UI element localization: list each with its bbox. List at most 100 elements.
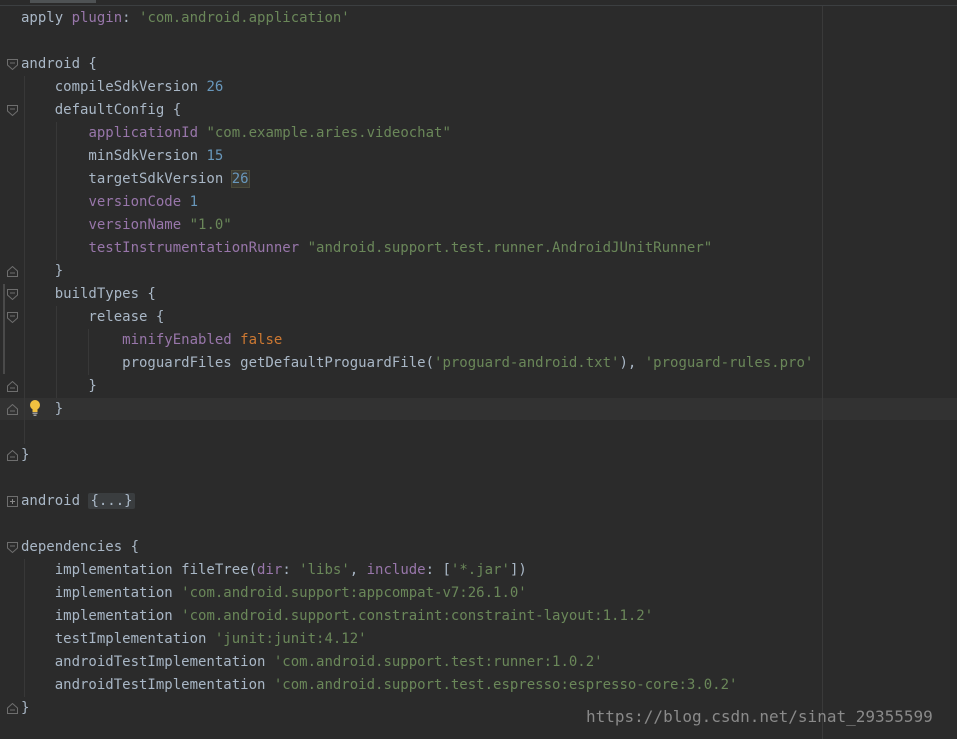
code-line[interactable]: dependencies { <box>0 536 820 559</box>
code-token: : <box>282 562 300 578</box>
code-line[interactable]: versionCode 1 <box>0 191 820 214</box>
code-line-text: } <box>21 697 29 720</box>
fold-end-icon[interactable] <box>7 381 18 392</box>
code-token: false <box>240 332 283 348</box>
code-line[interactable]: apply plugin: 'com.android.application' <box>0 7 820 30</box>
code-token: ), <box>619 355 645 371</box>
fold-expand-icon[interactable] <box>7 496 18 507</box>
code-line[interactable] <box>0 30 820 53</box>
code-line-text: } <box>21 444 29 467</box>
code-token: implementation <box>21 608 182 624</box>
code-token: } <box>21 378 97 394</box>
code-line[interactable]: testInstrumentationRunner "android.suppo… <box>0 237 820 260</box>
code-token: androidTestImplementation <box>21 677 274 693</box>
code-token: dependencies { <box>21 539 140 555</box>
code-line-text: android {...} <box>21 490 135 513</box>
code-line[interactable]: minifyEnabled false <box>0 329 820 352</box>
code-token: : <box>122 10 140 26</box>
code-line[interactable]: implementation fileTree(dir: 'libs', inc… <box>0 559 820 582</box>
code-line[interactable] <box>0 467 820 490</box>
code-token: 'com.android.support.test.espresso:espre… <box>273 677 738 693</box>
code-line[interactable]: testImplementation 'junit:junit:4.12' <box>0 628 820 651</box>
fold-end-icon[interactable] <box>7 703 18 714</box>
code-line[interactable]: android { <box>0 53 820 76</box>
code-token: 26 <box>206 79 224 95</box>
code-token: minSdkVersion <box>21 148 207 164</box>
code-line[interactable]: release { <box>0 306 820 329</box>
code-line[interactable]: defaultConfig { <box>0 99 820 122</box>
code-token: "1.0" <box>189 217 232 233</box>
code-line[interactable]: compileSdkVersion 26 <box>0 76 820 99</box>
code-line-text: buildTypes { <box>21 283 156 306</box>
code-line[interactable] <box>0 421 820 444</box>
code-token: implementation fileTree( <box>21 562 258 578</box>
code-editor[interactable]: apply plugin: 'com.android.application' a… <box>0 0 957 739</box>
code-line-text: targetSdkVersion 26 <box>21 168 250 191</box>
code-line[interactable]: proguardFiles getDefaultProguardFile('pr… <box>0 352 820 375</box>
code-line[interactable]: } <box>0 260 820 283</box>
code-line-text: minSdkVersion 15 <box>21 145 223 168</box>
editor-tab-indicator[interactable] <box>30 0 96 3</box>
code-token: 'com.android.support.test:runner:1.0.2' <box>273 654 603 670</box>
code-line[interactable]: versionName "1.0" <box>0 214 820 237</box>
code-line[interactable]: androidTestImplementation 'com.android.s… <box>0 674 820 697</box>
code-token: buildTypes { <box>21 286 156 302</box>
code-token: ]) <box>509 562 527 578</box>
code-token: include <box>366 562 426 578</box>
code-token: versionCode <box>88 194 182 210</box>
watermark-text: https://blog.csdn.net/sinat_29355599 <box>586 707 933 726</box>
code-token: } <box>21 700 30 716</box>
code-token: 'proguard-android.txt' <box>434 355 620 371</box>
fold-collapse-icon[interactable] <box>7 105 18 116</box>
fold-end-icon[interactable] <box>7 266 18 277</box>
code-token: minifyEnabled <box>122 332 232 348</box>
code-token: android { <box>21 56 97 72</box>
code-token: 'com.android.application' <box>139 10 350 26</box>
code-line[interactable]: implementation 'com.android.support.cons… <box>0 605 820 628</box>
code-line[interactable]: } <box>0 444 820 467</box>
code-token: versionName <box>88 217 182 233</box>
code-line[interactable]: } <box>0 398 820 421</box>
folded-region[interactable]: {...} <box>88 493 135 509</box>
editor-tab-strip <box>0 0 957 6</box>
code-line[interactable]: applicationId "com.example.aries.videoch… <box>0 122 820 145</box>
code-token: 26 <box>230 170 250 188</box>
fold-collapse-icon[interactable] <box>7 59 18 70</box>
code-line[interactable]: android {...} <box>0 490 820 513</box>
fold-collapse-icon[interactable] <box>7 289 18 300</box>
lightbulb-icon[interactable] <box>28 399 42 417</box>
code-line-text: testImplementation 'junit:junit:4.12' <box>21 628 367 651</box>
fold-collapse-icon[interactable] <box>7 312 18 323</box>
code-token: plugin <box>71 10 123 26</box>
code-line-text: androidTestImplementation 'com.android.s… <box>21 651 603 674</box>
code-token: proguardFiles getDefaultProguardFile( <box>21 355 435 371</box>
code-line-text: applicationId "com.example.aries.videoch… <box>21 122 450 145</box>
code-token: 'proguard-rules.pro' <box>644 355 814 371</box>
fold-end-icon[interactable] <box>7 404 18 415</box>
code-token: "android.support.test.runner.AndroidJUni… <box>307 240 713 256</box>
code-token: defaultConfig { <box>21 102 182 118</box>
code-token: implementation <box>21 585 182 601</box>
code-token: : [ <box>425 562 451 578</box>
code-line[interactable]: implementation 'com.android.support:appc… <box>0 582 820 605</box>
code-line[interactable]: targetSdkVersion 26 <box>0 168 820 191</box>
code-token: applicationId <box>88 125 199 141</box>
code-line-text: implementation 'com.android.support:appc… <box>21 582 527 605</box>
code-line[interactable]: minSdkVersion 15 <box>0 145 820 168</box>
code-token: targetSdkVersion <box>21 171 232 187</box>
code-line[interactable]: } <box>0 375 820 398</box>
code-line-text: dependencies { <box>21 536 139 559</box>
code-token: , <box>349 562 367 578</box>
fold-end-icon[interactable] <box>7 450 18 461</box>
code-line[interactable]: buildTypes { <box>0 283 820 306</box>
code-line[interactable]: androidTestImplementation 'com.android.s… <box>0 651 820 674</box>
code-line[interactable] <box>0 513 820 536</box>
fold-collapse-icon[interactable] <box>7 542 18 553</box>
code-line-text: android { <box>21 53 97 76</box>
code-token: } <box>21 447 30 463</box>
